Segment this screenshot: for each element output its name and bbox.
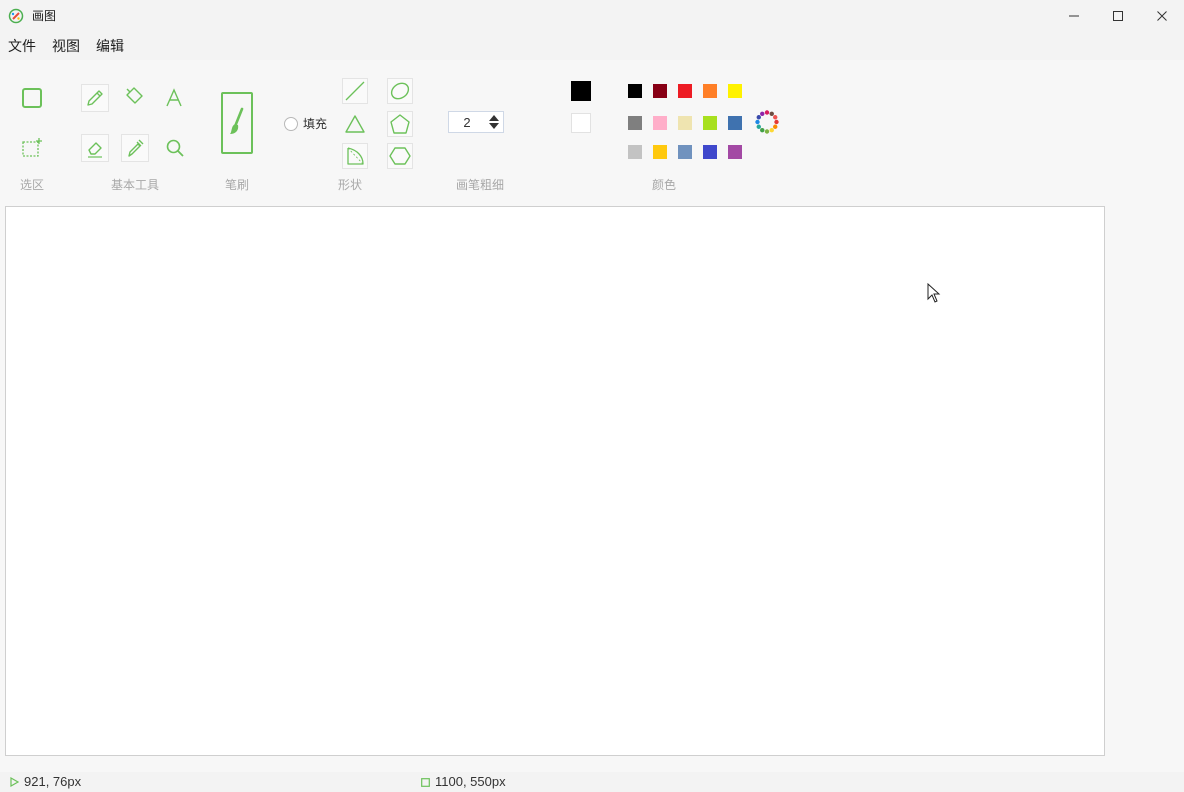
- palette-swatch[interactable]: [653, 84, 667, 98]
- text-icon: [166, 88, 182, 107]
- triangle-icon: [345, 115, 365, 133]
- eraser-icon: [88, 142, 102, 158]
- group-label-selection: 选区: [19, 178, 45, 192]
- window-title: 画图: [32, 9, 57, 23]
- maximize-icon: [1113, 11, 1123, 21]
- close-icon: [1157, 11, 1167, 21]
- group-label-brush: 笔刷: [224, 178, 250, 192]
- line-shape[interactable]: [342, 78, 368, 104]
- color-wheel-icon[interactable]: [754, 109, 780, 135]
- canvas-size-icon: [421, 777, 430, 787]
- hexagon-icon: [389, 147, 411, 165]
- triangle-shape[interactable]: [342, 111, 368, 137]
- palette-swatch[interactable]: [678, 116, 692, 130]
- palette-swatch[interactable]: [628, 116, 642, 130]
- menu-view[interactable]: 视图: [52, 38, 80, 54]
- pentagon-icon: [390, 114, 410, 134]
- minimize-button[interactable]: [1052, 0, 1096, 32]
- group-label-shapes: 形状: [337, 178, 363, 192]
- pentagon-shape[interactable]: [387, 111, 413, 137]
- pen-width-value[interactable]: 2: [449, 115, 485, 130]
- cursor-position-text: 921, 76px: [24, 774, 82, 789]
- maximize-button[interactable]: [1096, 0, 1140, 32]
- hexagon-shape[interactable]: [387, 143, 413, 169]
- stepper-down-icon[interactable]: [489, 123, 499, 129]
- palette-swatch[interactable]: [653, 145, 667, 159]
- color-picker-icon: [128, 139, 144, 157]
- pencil-icon: [87, 90, 103, 106]
- eraser-tool[interactable]: [81, 134, 109, 162]
- minimize-icon: [1069, 15, 1079, 17]
- free-select-icon: [22, 138, 42, 157]
- ellipse-icon: [390, 82, 410, 100]
- brush-icon: [230, 107, 244, 134]
- rectangle-select-tool[interactable]: [18, 84, 46, 112]
- menu-file[interactable]: 文件: [8, 38, 36, 54]
- ribbon: 选区 基本工具 笔刷 填充 形状 2 画笔粗细 颜色: [0, 60, 1184, 204]
- palette-swatch[interactable]: [703, 84, 717, 98]
- right-triangle-shape[interactable]: [342, 143, 368, 169]
- paint-app-icon: [8, 8, 24, 24]
- palette-swatch[interactable]: [653, 116, 667, 130]
- color-picker-tool[interactable]: [121, 134, 149, 162]
- cursor-position-status: 921, 76px: [10, 775, 81, 789]
- palette-swatch[interactable]: [728, 84, 742, 98]
- canvas-size-text: 1100, 550px: [435, 774, 506, 789]
- palette-swatch[interactable]: [628, 145, 642, 159]
- palette-swatch[interactable]: [703, 116, 717, 130]
- menu-edit[interactable]: 编辑: [96, 38, 124, 54]
- brush-tool[interactable]: [221, 92, 253, 154]
- free-select-tool[interactable]: [18, 134, 46, 162]
- pencil-tool[interactable]: [81, 84, 109, 112]
- palette-swatch[interactable]: [678, 84, 692, 98]
- cursor-position-icon: [10, 777, 19, 787]
- magnifier-icon: [166, 139, 184, 157]
- status-bar: 921, 76px 1100, 550px: [0, 772, 1184, 792]
- close-button[interactable]: [1140, 0, 1184, 32]
- rectangle-select-icon: [22, 88, 42, 108]
- group-label-pen-width: 画笔粗细: [455, 178, 505, 192]
- mouse-cursor-icon: [927, 283, 941, 303]
- primary-color-swatch[interactable]: [571, 81, 591, 101]
- palette-swatch[interactable]: [628, 84, 642, 98]
- palette-swatch[interactable]: [703, 145, 717, 159]
- canvas-size-status: 1100, 550px: [421, 775, 506, 789]
- palette-swatch[interactable]: [678, 145, 692, 159]
- drawing-canvas[interactable]: [5, 206, 1105, 756]
- fill-radio[interactable]: [284, 117, 298, 131]
- text-tool[interactable]: [160, 84, 188, 112]
- palette-swatch[interactable]: [728, 116, 742, 130]
- group-label-colors: 颜色: [651, 178, 677, 192]
- pen-width-stepper[interactable]: 2: [448, 111, 504, 133]
- group-label-basic-tools: 基本工具: [110, 178, 160, 192]
- fill-bucket-icon: [126, 87, 143, 104]
- secondary-color-swatch[interactable]: [571, 113, 591, 133]
- palette-swatch[interactable]: [728, 145, 742, 159]
- line-icon: [345, 81, 365, 101]
- title-bar: 画图: [0, 0, 1184, 32]
- fill-bucket-tool[interactable]: [120, 82, 148, 110]
- ellipse-shape[interactable]: [387, 78, 413, 104]
- magnifier-tool[interactable]: [161, 134, 189, 162]
- menu-bar: 文件 视图 编辑: [0, 32, 1184, 60]
- right-triangle-icon: [347, 147, 364, 165]
- stepper-up-icon[interactable]: [489, 115, 499, 121]
- fill-label: 填充: [303, 117, 328, 131]
